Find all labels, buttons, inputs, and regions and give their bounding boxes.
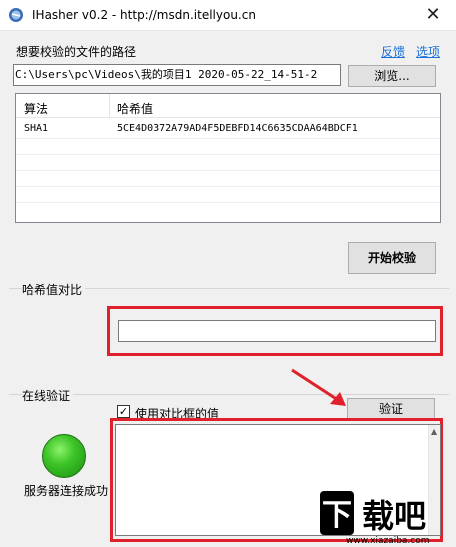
scroll-up-icon[interactable]: ▲ (431, 427, 437, 436)
window-title: IHasher v0.2 - http://msdn.itellyou.cn (32, 8, 256, 22)
verify-button[interactable]: 验证 (347, 398, 435, 420)
row-hash-value: 5CE4D0372A79AD4F5DEBFD14C6635CDAA64BDCF1 (117, 123, 358, 134)
close-icon: ✕ (425, 4, 441, 25)
column-divider (109, 94, 110, 118)
row-divider (16, 154, 440, 155)
watermark-url: www.xiazaiba.com (346, 536, 430, 546)
app-icon (9, 8, 23, 22)
watermark-logo: 下 载吧 www.xiazaiba.com (316, 487, 456, 547)
start-verify-button[interactable]: 开始校验 (348, 242, 436, 274)
svg-text:下: 下 (322, 498, 352, 533)
title-bar: IHasher v0.2 - http://msdn.itellyou.cn ✕ (0, 0, 456, 31)
compare-section-label: 哈希值对比 (22, 281, 86, 298)
options-link[interactable]: 选项 (416, 43, 440, 60)
file-path-label: 想要校验的文件的路径 (16, 45, 137, 59)
arrow-icon (291, 368, 346, 406)
header-hash[interactable]: 哈希值 (117, 100, 153, 117)
row-algorithm: SHA1 (24, 123, 49, 134)
online-group-divider (9, 394, 449, 395)
online-section-label: 在线验证 (22, 387, 74, 404)
compare-hash-input[interactable] (118, 320, 436, 342)
server-status-light-icon (42, 434, 86, 478)
file-path-input[interactable]: C:\Users\pc\Videos\我的项目1 2020-05-22_14-5… (13, 64, 341, 86)
row-divider (16, 170, 440, 171)
use-compare-checkbox[interactable]: ✓ (117, 405, 130, 418)
row-divider (16, 138, 440, 139)
feedback-link[interactable]: 反馈 (381, 43, 405, 60)
svg-text:载吧: 载吧 (362, 497, 426, 535)
header-algorithm[interactable]: 算法 (24, 100, 48, 117)
browse-button[interactable]: 浏览... (348, 65, 436, 87)
close-button[interactable]: ✕ (410, 0, 456, 31)
row-divider (16, 186, 440, 187)
server-status-text: 服务器连接成功 (24, 484, 109, 498)
table-header (16, 94, 440, 118)
hash-result-table[interactable]: 算法 哈希值 SHA1 5CE4D0372A79AD4F5DEBFD14C663… (15, 93, 441, 223)
row-divider (16, 202, 440, 203)
